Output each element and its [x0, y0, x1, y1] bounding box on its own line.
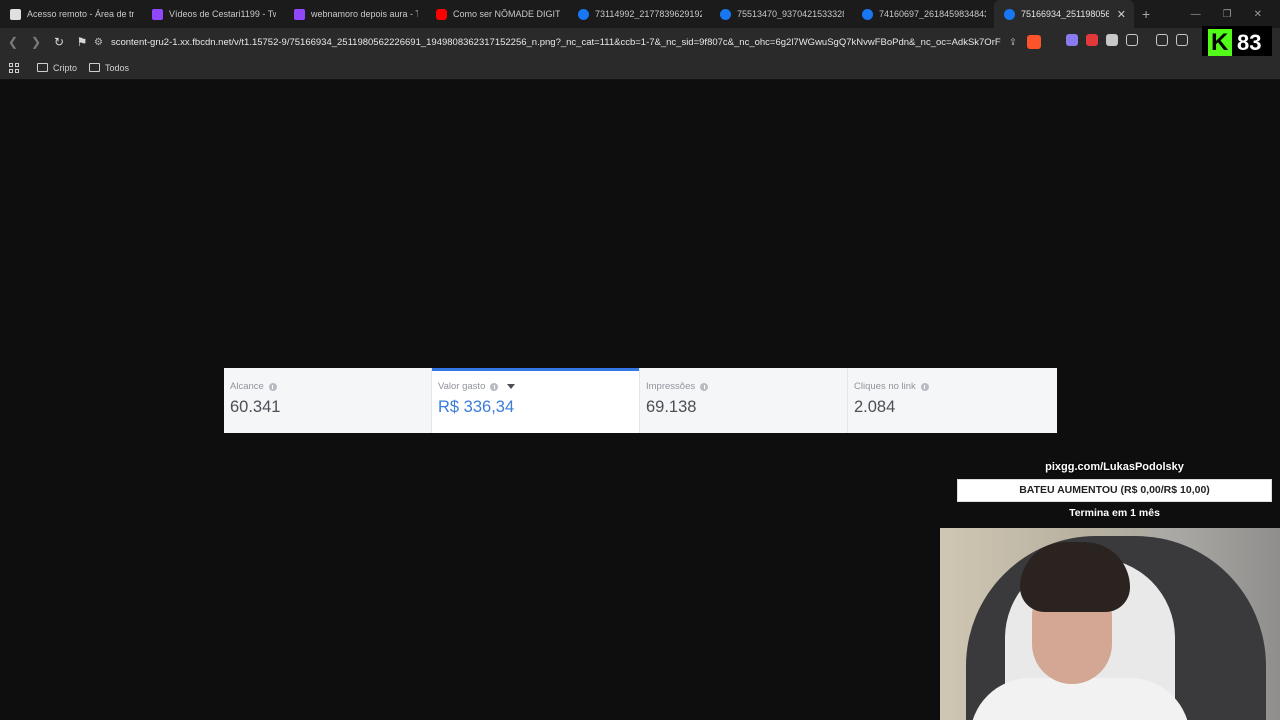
minimize-icon[interactable]: —: [1191, 9, 1201, 20]
caret-down-icon[interactable]: [507, 384, 516, 389]
info-icon[interactable]: [268, 382, 277, 391]
browser-tab[interactable]: Como ser NÔMADE DIGITAL e: [426, 0, 568, 28]
donation-link: pixgg.com/LukasPodolsky: [1045, 461, 1184, 473]
close-icon[interactable]: ✕: [1117, 8, 1126, 21]
new-tab-button[interactable]: +: [1142, 6, 1150, 22]
brave-shield-icon[interactable]: [1026, 35, 1041, 49]
metric-label: Alcance: [230, 381, 264, 392]
metric-value: 69.138: [646, 398, 697, 416]
media-icon[interactable]: [1156, 34, 1168, 46]
browser-tab[interactable]: 75513470_937042153332807_: [710, 0, 852, 28]
address-bar[interactable]: ⚙ scontent-gru2-1.xx.fbcdn.net/v/t1.1575…: [88, 31, 1063, 53]
browser-tab[interactable]: Vídeos de Cestari1199 - Twitch: [142, 0, 284, 28]
ad-metrics-panel: Alcance 60.341 Valor gasto R$ 336,34 Imp…: [224, 368, 1057, 433]
site-info-icon[interactable]: ⚙: [94, 37, 103, 48]
metric-reach[interactable]: Alcance 60.341: [224, 368, 432, 433]
twitch-icon: [152, 8, 163, 20]
tab-strip: Acesso remoto - Área de traba Vídeos de …: [0, 0, 1280, 28]
browser-tab-active[interactable]: 75166934_251198056222 ✕: [994, 0, 1134, 28]
metric-label-row: Cliques no link: [854, 381, 1057, 392]
bookmark-label: Cripto: [53, 62, 78, 73]
tab-label: Acesso remoto - Área de traba: [27, 9, 134, 19]
twitch-icon: [294, 8, 305, 20]
metric-label: Cliques no link: [854, 381, 916, 392]
metric-link-clicks[interactable]: Cliques no link 2.084: [848, 368, 1057, 433]
donation-goal-ends: Termina em 1 mês: [1069, 507, 1160, 519]
tab-label: 74160697_261845983484324: [879, 9, 986, 19]
bookmark-folder[interactable]: Cripto: [37, 63, 77, 73]
tab-label: webnamoro depois aura - Twit: [311, 9, 418, 19]
facebook-icon: [720, 8, 731, 20]
facebook-icon: [862, 8, 873, 20]
metric-value: 60.341: [230, 398, 281, 416]
kick-logo-icon: [1208, 29, 1232, 57]
metric-label-row: Valor gasto: [438, 381, 639, 392]
webcam-feed: [940, 528, 1280, 720]
maximize-icon[interactable]: ❐: [1223, 9, 1232, 20]
extension-icons: [1066, 34, 1188, 46]
close-window-icon[interactable]: ✕: [1254, 9, 1262, 20]
bookmarks-bar: Cripto Todos: [0, 56, 1280, 80]
remote-icon: [10, 8, 21, 20]
browser-tab[interactable]: 73114992_2177839629192400: [568, 0, 710, 28]
extension-icon[interactable]: [1086, 34, 1098, 46]
streamer-shirt: [970, 678, 1190, 720]
extension-icon[interactable]: [1066, 34, 1078, 46]
back-icon[interactable]: ❮: [3, 32, 23, 52]
tab-label: 75166934_251198056222: [1021, 9, 1109, 19]
tab-label: 73114992_2177839629192400: [595, 9, 702, 19]
folder-icon: [37, 63, 48, 72]
metric-label: Impressões: [646, 381, 696, 392]
metric-value: R$ 336,34: [438, 398, 515, 416]
reload-icon[interactable]: ↻: [49, 32, 69, 52]
metric-amount-spent[interactable]: Valor gasto R$ 336,34: [432, 368, 640, 433]
tab-label: Como ser NÔMADE DIGITAL e: [453, 9, 560, 19]
tab-label: 75513470_937042153332807_: [737, 9, 844, 19]
url-text: scontent-gru2-1.xx.fbcdn.net/v/t1.15752-…: [110, 36, 1001, 48]
apps-grid-icon[interactable]: [9, 62, 19, 73]
bookmark-folder[interactable]: Todos: [89, 63, 129, 73]
facebook-icon: [1004, 8, 1015, 20]
metric-value: 2.084: [854, 398, 896, 416]
metric-label-row: Impressões: [646, 381, 847, 392]
metric-label: Valor gasto: [438, 381, 486, 392]
browser-tab[interactable]: webnamoro depois aura - Twit: [284, 0, 426, 28]
youtube-icon: [436, 8, 447, 20]
sidebar-icon[interactable]: [1176, 34, 1188, 46]
streamer-hair: [1020, 542, 1130, 612]
bookmark-label: Todos: [105, 62, 130, 73]
kick-follower-badge: 83: [1202, 26, 1272, 60]
info-icon[interactable]: [920, 382, 929, 391]
window-controls: — ❐ ✕: [1191, 0, 1280, 28]
browser-tab[interactable]: Acesso remoto - Área de traba: [0, 0, 142, 28]
puzzle-icon[interactable]: [1126, 34, 1138, 46]
share-icon[interactable]: ⇪: [1009, 37, 1017, 48]
browser-tab[interactable]: 74160697_261845983484324: [852, 0, 994, 28]
folder-icon: [89, 63, 101, 72]
info-icon[interactable]: [700, 382, 709, 391]
metric-label-row: Alcance: [230, 381, 431, 392]
forward-icon[interactable]: ❯: [26, 32, 46, 52]
extension-icon[interactable]: [1106, 34, 1118, 46]
browser-toolbar: ❮ ❯ ↻ ⚑ ⚙ scontent-gru2-1.xx.fbcdn.net/v…: [0, 28, 1280, 56]
facebook-icon: [578, 8, 589, 20]
metric-impressions[interactable]: Impressões 69.138: [640, 368, 848, 433]
tab-label: Vídeos de Cestari1199 - Twitch: [169, 9, 276, 19]
donation-goal-bar: BATEU AUMENTOU (R$ 0,00/R$ 10,00): [957, 479, 1272, 502]
follower-count: 83: [1237, 30, 1262, 55]
donation-goal-overlay: pixgg.com/LukasPodolsky BATEU AUMENTOU (…: [957, 459, 1272, 519]
info-icon[interactable]: [490, 382, 499, 391]
